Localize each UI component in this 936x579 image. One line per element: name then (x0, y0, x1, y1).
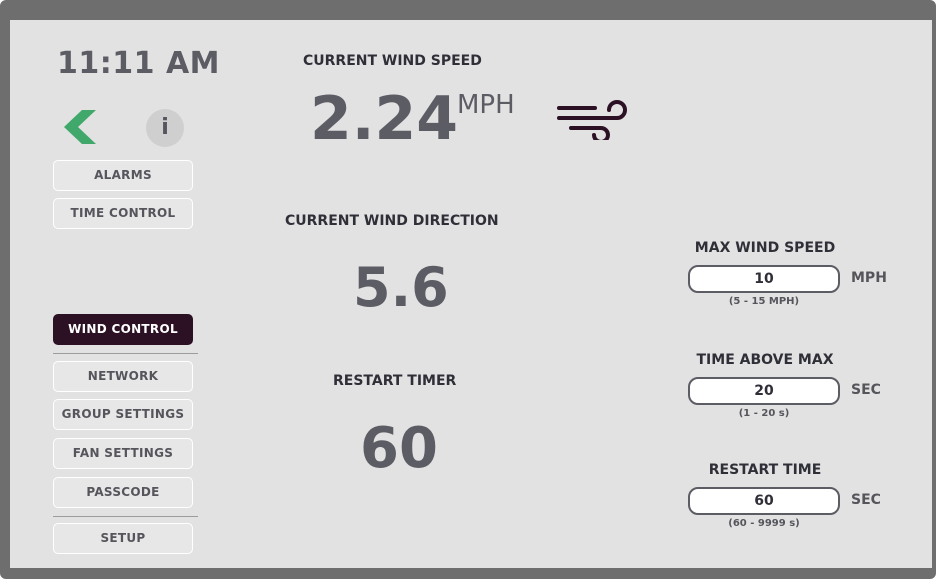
info-icon[interactable]: i (146, 109, 184, 147)
nav-divider (53, 516, 198, 517)
wind-direction-label: CURRENT WIND DIRECTION (285, 213, 499, 229)
screen: 11:11 AM i ALARMS TIME CONTROL WIND CONT… (10, 20, 932, 568)
time-above-max-unit: SEC (851, 382, 881, 398)
max-wind-speed-range: (5 - 15 MPH) (728, 296, 800, 307)
nav-fan-settings-button[interactable]: FAN SETTINGS (53, 438, 193, 469)
nav-divider (53, 353, 198, 354)
nav-passcode-button[interactable]: PASSCODE (53, 477, 193, 508)
restart-time-unit: SEC (851, 492, 881, 508)
time-above-max-range: (1 - 20 s) (738, 408, 790, 419)
wind-speed-unit: MPH (457, 90, 515, 120)
time-above-max-label: TIME ABOVE MAX (696, 352, 834, 368)
wind-speed-value: 2.24 (310, 84, 459, 154)
time-above-max-input[interactable]: 20 (688, 377, 840, 405)
nav-wind-control-button[interactable]: WIND CONTROL (53, 314, 193, 345)
restart-time-range: (60 - 9999 s) (728, 518, 800, 529)
restart-time-label: RESTART TIME (708, 462, 822, 478)
nav-setup-button[interactable]: SETUP (53, 523, 193, 554)
back-arrow-icon[interactable] (60, 108, 98, 146)
wind-speed-label: CURRENT WIND SPEED (303, 53, 482, 69)
nav-group-settings-button[interactable]: GROUP SETTINGS (53, 399, 193, 430)
restart-timer-label: RESTART TIMER (333, 373, 457, 389)
restart-time-input[interactable]: 60 (688, 487, 840, 515)
nav-network-button[interactable]: NETWORK (53, 361, 193, 392)
wind-icon (555, 100, 645, 144)
max-wind-speed-label: MAX WIND SPEED (694, 240, 836, 256)
max-wind-speed-input[interactable]: 10 (688, 265, 840, 293)
clock: 11:11 AM (57, 46, 221, 81)
wind-direction-value: 5.6 (353, 256, 449, 319)
restart-timer-value: 60 (360, 416, 438, 481)
max-wind-speed-unit: MPH (851, 270, 887, 286)
nav-time-control-button[interactable]: TIME CONTROL (53, 198, 193, 229)
nav-alarms-button[interactable]: ALARMS (53, 160, 193, 191)
